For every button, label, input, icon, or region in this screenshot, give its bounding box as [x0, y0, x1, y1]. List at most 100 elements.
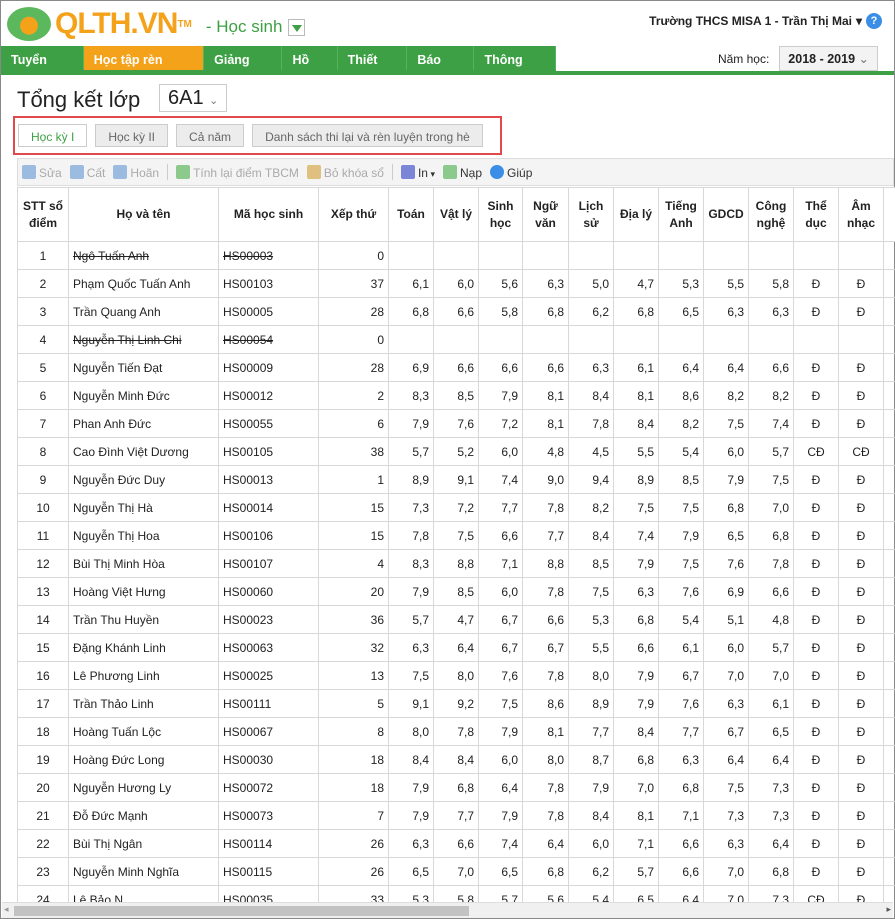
rank-cell: 15 — [318, 493, 389, 522]
import-icon — [443, 164, 457, 179]
tab-3[interactable]: Danh sách thi lại và rèn luyện trong hè — [252, 124, 483, 147]
table-row[interactable]: 9 Nguyễn Đức Duy HS00013 1 8,9 9,1 7,4 9,0 9,4 8,… — [17, 465, 895, 494]
column-header[interactable]: Công nghệ — [748, 187, 794, 242]
table-row[interactable]: 14 Trần Thu Huyền HS00023 36 5,7 4,7 6,7 6,6 5,3… — [17, 605, 895, 634]
toolbar-button-5[interactable]: In ▾ — [400, 164, 435, 180]
logo[interactable]: QLTH.VN TM - Học sinh — [7, 7, 306, 41]
score-cell: 8,2 — [568, 493, 614, 522]
table-row[interactable]: 11 Nguyễn Thị Hoa HS00106 15 7,8 7,5 6,6 7,7 8,4… — [17, 521, 895, 550]
rank-cell: 26 — [318, 829, 389, 858]
scrollbar-thumb[interactable] — [14, 906, 469, 916]
column-header[interactable]: STT sổ điểm — [17, 187, 69, 242]
toolbar-button-4[interactable]: Bỏ khóa sổ — [306, 164, 384, 180]
table-row[interactable]: 24 Lê Bảo N HS00035 33 5,3 5,8 5,7 5,6 5,4 6,5 6,4… — [17, 885, 895, 903]
table-row[interactable]: 6 Nguyễn Minh Đức HS00012 2 8,3 8,5 7,9 8,1 8,4 8… — [17, 381, 895, 410]
toolbar-button-1[interactable]: Cất — [69, 164, 105, 180]
nav-item[interactable]: Học tập rèn luyện — [83, 46, 205, 95]
table-row[interactable]: 22 Bùi Thị Ngân HS00114 26 6,3 6,6 7,4 6,4 6,0 7,… — [17, 829, 895, 858]
table-row[interactable]: 21 Đỗ Đức Mạnh HS00073 7 7,9 7,7 7,9 7,8 8,4 8,1 7… — [17, 801, 895, 830]
score-cell: 5,1 — [703, 605, 749, 634]
column-header[interactable]: Thể dục — [793, 187, 839, 242]
table-row[interactable]: 10 Nguyễn Thị Hà HS00014 15 7,3 7,2 7,7 7,8 8,2 7… — [17, 493, 895, 522]
score-cell: 6,0 — [478, 577, 523, 606]
table-row[interactable]: 5 Nguyễn Tiến Đạt HS00009 28 6,9 6,6 6,6 6,6 6,3… — [17, 353, 895, 382]
score-cell — [478, 241, 523, 270]
score-cell: 7,9 — [703, 465, 749, 494]
toolbar-button-0[interactable]: Sửa — [22, 164, 62, 180]
student-id-cell: HS00114 — [218, 829, 319, 858]
role-dropdown[interactable] — [288, 18, 306, 36]
table-row[interactable]: 15 Đặng Khánh Linh HS00063 32 6,3 6,4 6,7 6,7 5,… — [17, 633, 895, 662]
score-cell — [658, 241, 704, 270]
column-header[interactable]: Toán — [388, 187, 434, 242]
score-cell: 6,3 — [388, 633, 434, 662]
score-cell: 8,9 — [568, 689, 614, 718]
table-row[interactable]: 17 Trần Thảo Linh HS00111 5 9,1 9,2 7,5 8,6 8,9 7… — [17, 689, 895, 718]
nav-item[interactable]: Báo cáo — [407, 46, 475, 95]
tab-2[interactable]: Cả năm — [176, 124, 245, 147]
column-header[interactable]: Địa lý — [613, 187, 659, 242]
table-row[interactable]: 23 Nguyễn Minh Nghĩa HS00115 26 6,5 7,0 6,5 6,8… — [17, 857, 895, 886]
column-header[interactable]: GDCD — [703, 187, 749, 242]
scroll-right-icon[interactable]: ▸ — [886, 904, 891, 915]
score-cell: 8,4 — [613, 409, 659, 438]
column-header[interactable]: Tiếng Anh — [658, 187, 704, 242]
column-header[interactable]: Họ và tên — [68, 187, 219, 242]
column-header[interactable]: Lịch sử — [568, 187, 614, 242]
table-row[interactable]: 20 Nguyễn Hương Ly HS00072 18 7,9 6,8 6,4 7,8 7,… — [17, 773, 895, 802]
nav-item[interactable]: Giảng dạy — [204, 46, 283, 95]
score-cell: 7,6 — [658, 689, 704, 718]
year-select[interactable]: 2018 - 2019 ⌄ — [779, 46, 878, 71]
student-id-cell: HS00111 — [218, 689, 319, 718]
name-cell: Trần Thu Huyền — [68, 605, 219, 634]
horizontal-scrollbar[interactable]: ◂ ▸ — [2, 902, 893, 918]
table-row[interactable]: 16 Lê Phương Linh HS00025 13 7,5 8,0 7,6 7,8 8,0… — [17, 661, 895, 690]
toolbar-button-7[interactable]: Giúp — [490, 164, 532, 180]
toolbar-button-6[interactable]: Nạp — [443, 164, 482, 180]
stt-cell: 10 — [17, 493, 69, 522]
table-row[interactable]: 8 Cao Đình Việt Dương HS00105 38 5,7 5,2 6,0 4,… — [17, 437, 895, 466]
table-row[interactable]: 4 Nguyễn Thị Linh Chi HS00054 0 — [17, 325, 895, 354]
column-header[interactable]: Mã học sinh — [218, 187, 319, 242]
score-cell: Đ — [793, 633, 839, 662]
table-row[interactable]: 1 Ngô Tuấn Anh HS00003 0 — [17, 241, 895, 270]
table-row[interactable]: 12 Bùi Thị Minh Hòa HS00107 4 8,3 8,8 7,1 8,8 8,… — [17, 549, 895, 578]
scroll-left-icon[interactable]: ◂ — [4, 904, 9, 915]
help-icon[interactable]: ? — [866, 13, 882, 29]
score-cell: 6,7 — [522, 633, 569, 662]
score-cell — [883, 353, 895, 382]
user-menu[interactable]: Trường THCS MISA 1 - Trần Thị Mai ▾ ? — [649, 13, 882, 29]
toolbar-button-3[interactable]: Tính lại điểm TBCM — [176, 164, 299, 180]
column-header[interactable]: Xếp thứ — [318, 187, 389, 242]
score-cell: Đ — [838, 633, 884, 662]
table-row[interactable]: 13 Hoàng Việt Hưng HS00060 20 7,9 8,5 6,0 7,8 7,… — [17, 577, 895, 606]
score-cell: 6,6 — [658, 829, 704, 858]
nav-item[interactable]: Thông báo — [474, 46, 557, 95]
score-cell: Đ — [793, 717, 839, 746]
score-cell — [388, 325, 434, 354]
tab-0[interactable]: Học kỳ I — [18, 124, 88, 147]
score-cell — [613, 325, 659, 354]
class-select[interactable]: 6A1 ⌄ — [159, 84, 228, 112]
table-row[interactable]: 18 Hoàng Tuấn Lộc HS00067 8 8,0 7,8 7,9 8,1 7,7 8… — [17, 717, 895, 746]
toolbar-separator — [167, 164, 169, 180]
score-cell: Đ — [793, 745, 839, 774]
column-header[interactable]: t — [883, 187, 895, 242]
score-cell: 7,0 — [433, 857, 479, 886]
stt-cell: 22 — [17, 829, 69, 858]
tab-1[interactable]: Học kỳ II — [95, 124, 169, 147]
column-header[interactable]: Vật lý — [433, 187, 479, 242]
column-header[interactable]: Âm nhạc — [838, 187, 884, 242]
column-header[interactable]: Ngữ văn — [522, 187, 569, 242]
toolbar-button-2[interactable]: Hoãn — [113, 164, 159, 180]
nav-item[interactable]: Tuyển sinh — [1, 46, 84, 95]
table-row[interactable]: 3 Trần Quang Anh HS00005 28 6,8 6,6 5,8 6,8 6,2 6… — [17, 297, 895, 326]
score-cell: 6,3 — [522, 269, 569, 298]
table-row[interactable]: 19 Hoàng Đức Long HS00030 18 8,4 8,4 6,0 8,0 8,7… — [17, 745, 895, 774]
rank-cell: 20 — [318, 577, 389, 606]
table-row[interactable]: 7 Phan Anh Đức HS00055 6 7,9 7,6 7,2 8,1 7,8 8,4 8… — [17, 409, 895, 438]
nav-item[interactable]: Hồ sơ — [282, 46, 338, 95]
nav-item[interactable]: Thiết lập — [338, 46, 408, 95]
table-row[interactable]: 2 Phạm Quốc Tuấn Anh HS00103 37 6,1 6,0 5,6 6,3… — [17, 269, 895, 298]
column-header[interactable]: Sinh học — [478, 187, 523, 242]
